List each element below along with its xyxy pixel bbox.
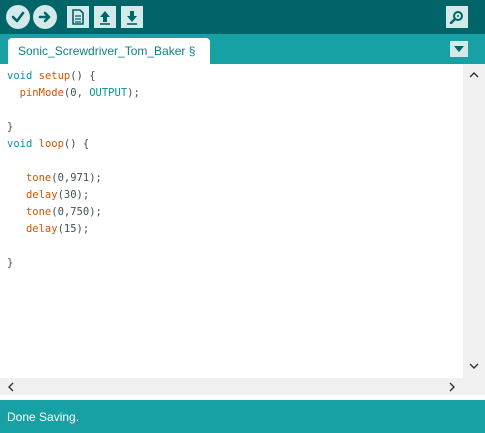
tab-label: Sonic_Screwdriver_Tom_Baker §	[18, 44, 196, 58]
code-line: tone(0,971);	[25, 172, 102, 184]
chevron-up-icon	[469, 71, 479, 77]
tab-sketch[interactable]: Sonic_Screwdriver_Tom_Baker §	[8, 38, 210, 64]
code-line: tone(0,750);	[25, 206, 102, 218]
code-line: void setup() {	[7, 70, 96, 82]
status-bar: Done Saving.	[0, 400, 485, 433]
upload-button[interactable]	[33, 5, 57, 29]
magnifier-icon	[449, 11, 463, 24]
triangle-down-icon	[454, 46, 464, 52]
chevron-left-icon	[7, 382, 13, 392]
code-line: pinMode(0, OUTPUT);	[19, 87, 140, 99]
status-message: Done Saving.	[7, 409, 80, 424]
code-editor[interactable]: void setup() { pinMode(0, OUTPUT);} void …	[0, 64, 463, 378]
verify-button[interactable]	[6, 5, 30, 29]
scroll-down-button[interactable]	[468, 360, 480, 372]
serial-monitor-button[interactable]	[446, 6, 468, 28]
open-button[interactable]	[94, 6, 116, 28]
chevron-right-icon	[449, 382, 455, 392]
vertical-scrollbar[interactable]	[463, 64, 485, 378]
scroll-up-button[interactable]	[468, 68, 480, 80]
arrow-right-icon	[38, 11, 51, 23]
scroll-left-button[interactable]	[4, 381, 16, 393]
code-line: }	[7, 257, 14, 269]
tab-menu-button[interactable]	[450, 41, 468, 57]
arrow-up-icon	[100, 11, 110, 25]
code-area[interactable]: void setup() { pinMode(0, OUTPUT);} void …	[0, 64, 463, 272]
horizontal-scrollbar[interactable]	[0, 378, 463, 395]
code-line: void loop() {	[7, 138, 90, 150]
checkmark-icon	[11, 11, 25, 23]
new-button[interactable]	[67, 6, 89, 28]
code-line: delay(30);	[25, 189, 90, 201]
arrow-down-icon	[127, 11, 137, 25]
code-line: }	[7, 121, 14, 133]
new-file-icon	[72, 9, 84, 25]
toolbar	[0, 0, 485, 34]
tab-bar: Sonic_Screwdriver_Tom_Baker §	[0, 34, 485, 64]
code-line: delay(15);	[25, 223, 90, 235]
scrollbar-corner	[463, 378, 485, 395]
save-button[interactable]	[121, 6, 143, 28]
chevron-down-icon	[469, 363, 479, 369]
scroll-right-button[interactable]	[446, 381, 458, 393]
